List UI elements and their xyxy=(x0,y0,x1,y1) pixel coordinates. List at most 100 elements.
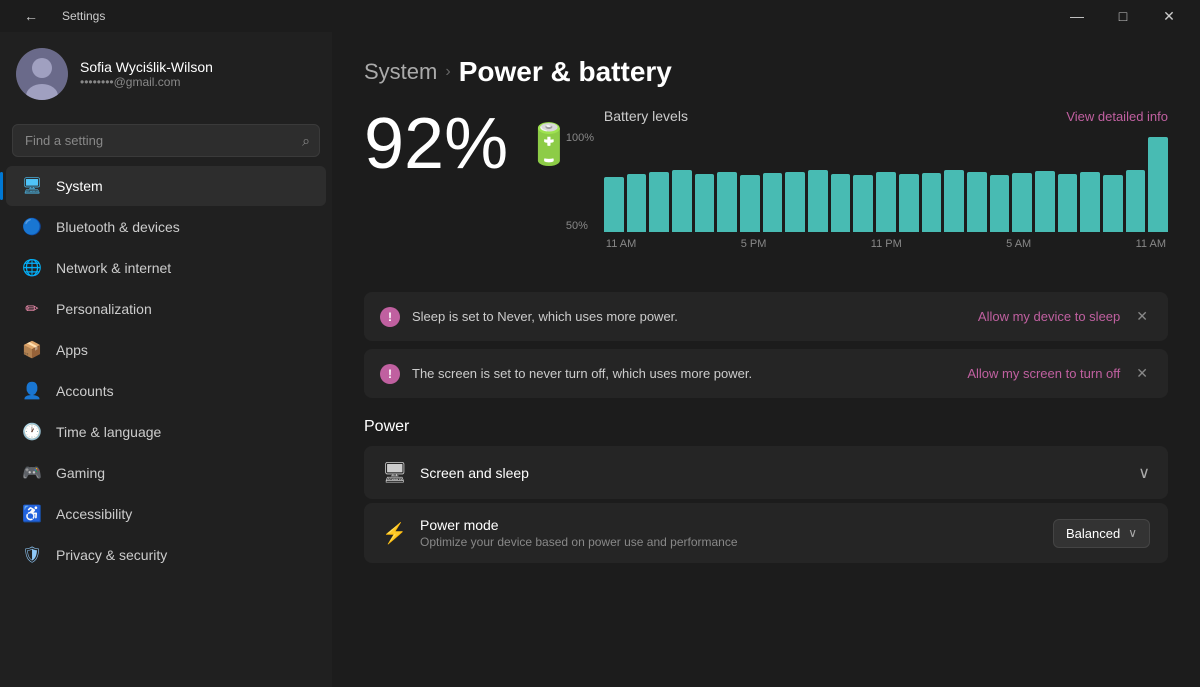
nav-label-bluetooth: Bluetooth & devices xyxy=(56,219,310,235)
sidebar-item-apps[interactable]: 📦 Apps xyxy=(6,330,326,370)
chart-bar xyxy=(1126,170,1146,232)
chevron-down-icon-1: ∨ xyxy=(1128,526,1137,540)
expand-icon-0: ∨ xyxy=(1138,463,1150,483)
titlebar-left: ← Settings xyxy=(8,0,105,32)
chart-bar xyxy=(967,172,987,232)
chart-bar xyxy=(853,175,873,232)
sidebar-item-personalization[interactable]: ✏ Personalization xyxy=(6,289,326,329)
alert-close-1[interactable]: ✕ xyxy=(1132,361,1152,386)
chart-bar xyxy=(1103,175,1123,232)
sidebar-item-bluetooth[interactable]: 🔵 Bluetooth & devices xyxy=(6,207,326,247)
alert-action-0[interactable]: Allow my device to sleep xyxy=(978,309,1120,324)
chart-bar xyxy=(831,174,851,232)
dropdown-power-mode[interactable]: Balanced ∨ xyxy=(1053,519,1150,548)
user-profile[interactable]: Sofia Wyciślik-Wilson ••••••••@gmail.com xyxy=(0,32,332,116)
back-button[interactable]: ← xyxy=(8,0,54,32)
content-area: System › Power & battery 92% 🔋 Battery l… xyxy=(332,32,1200,687)
nav-icon-gaming: 🎮 xyxy=(22,463,42,483)
chart-bar xyxy=(649,172,669,232)
chart-bar xyxy=(695,174,715,232)
setting-row-power-mode[interactable]: ⚡ Power mode Optimize your device based … xyxy=(364,503,1168,563)
chart-label-2: 11 PM xyxy=(871,238,902,250)
nav-icon-time: 🕐 xyxy=(22,422,42,442)
chart-bar xyxy=(717,172,737,232)
chart-bar xyxy=(785,172,805,232)
alert-action-1[interactable]: Allow my screen to turn off xyxy=(967,366,1120,381)
nav-icon-apps: 📦 xyxy=(22,340,42,360)
chart-label-1: 5 PM xyxy=(741,238,767,250)
avatar xyxy=(16,48,68,100)
chart-bar xyxy=(944,170,964,232)
chart-bar xyxy=(627,174,647,232)
setting-icon-power-mode: ⚡ xyxy=(382,521,406,546)
sidebar-item-network[interactable]: 🌐 Network & internet xyxy=(6,248,326,288)
nav-label-personalization: Personalization xyxy=(56,301,310,317)
chart-bar xyxy=(1148,137,1168,232)
nav-icon-network: 🌐 xyxy=(22,258,42,278)
setting-sublabel-power-mode: Optimize your device based on power use … xyxy=(420,535,1039,549)
nav-icon-accounts: 👤 xyxy=(22,381,42,401)
chart-bar xyxy=(604,177,624,232)
sidebar-item-accessibility[interactable]: ♿ Accessibility xyxy=(6,494,326,534)
setting-text-power-mode: Power mode Optimize your device based on… xyxy=(420,517,1039,549)
nav-label-system: System xyxy=(56,178,310,194)
nav-label-gaming: Gaming xyxy=(56,465,310,481)
chart-area: 100% 50% 11 AM 5 PM 11 PM 5 AM 11 AM xyxy=(604,132,1168,272)
nav-label-accounts: Accounts xyxy=(56,383,310,399)
nav-label-accessibility: Accessibility xyxy=(56,506,310,522)
chart-header: Battery levels View detailed info xyxy=(604,108,1168,124)
chart-bar xyxy=(1035,171,1055,232)
app-title: Settings xyxy=(62,9,105,23)
chart-bar xyxy=(763,173,783,232)
nav-icon-system: 🖥 xyxy=(22,176,42,196)
sidebar-item-system[interactable]: 🖥 System xyxy=(6,166,326,206)
battery-left: 92% 🔋 xyxy=(364,108,574,180)
chart-bar xyxy=(922,173,942,232)
nav-label-network: Network & internet xyxy=(56,260,310,276)
search-container: ⌕ xyxy=(0,116,332,165)
chart-bar xyxy=(740,175,760,232)
setting-action-power-mode: Balanced ∨ xyxy=(1053,519,1150,548)
power-items: 🖥 Screen and sleep ∨ ⚡ Power mode Optimi… xyxy=(364,446,1168,563)
minimize-button[interactable]: — xyxy=(1054,0,1100,32)
alert-close-0[interactable]: ✕ xyxy=(1132,304,1152,329)
nav-icon-bluetooth: 🔵 xyxy=(22,217,42,237)
chart-bar xyxy=(808,170,828,232)
chart-title: Battery levels xyxy=(604,108,688,124)
chart-label-0: 11 AM xyxy=(606,238,636,250)
close-button[interactable]: ✕ xyxy=(1146,0,1192,32)
sidebar-item-time[interactable]: 🕐 Time & language xyxy=(6,412,326,452)
alert-row-0: ! Sleep is set to Never, which uses more… xyxy=(364,292,1168,341)
view-detailed-link[interactable]: View detailed info xyxy=(1066,109,1168,124)
nav-label-privacy: Privacy & security xyxy=(56,547,310,563)
setting-text-screen-sleep: Screen and sleep xyxy=(420,465,1124,481)
sidebar-item-accounts[interactable]: 👤 Accounts xyxy=(6,371,326,411)
user-email: ••••••••@gmail.com xyxy=(80,75,213,89)
alert-row-1: ! The screen is set to never turn off, w… xyxy=(364,349,1168,398)
nav-icon-privacy: 🛡 xyxy=(22,545,42,565)
chart-bar xyxy=(990,175,1010,232)
chart-bar xyxy=(1080,172,1100,232)
breadcrumb-current: Power & battery xyxy=(459,56,672,88)
user-info: Sofia Wyciślik-Wilson ••••••••@gmail.com xyxy=(80,59,213,89)
nav-label-apps: Apps xyxy=(56,342,310,358)
titlebar: ← Settings — □ ✕ xyxy=(0,0,1200,32)
maximize-button[interactable]: □ xyxy=(1100,0,1146,32)
breadcrumb: System › Power & battery xyxy=(364,56,1168,88)
setting-label-power-mode: Power mode xyxy=(420,517,1039,533)
main-container: Sofia Wyciślik-Wilson ••••••••@gmail.com… xyxy=(0,32,1200,687)
nav-icon-personalization: ✏ xyxy=(22,299,42,319)
search-input[interactable] xyxy=(12,124,320,157)
sidebar-item-privacy[interactable]: 🛡 Privacy & security xyxy=(6,535,326,575)
nav-label-time: Time & language xyxy=(56,424,310,440)
user-name: Sofia Wyciślik-Wilson xyxy=(80,59,213,75)
alerts-container: ! Sleep is set to Never, which uses more… xyxy=(364,292,1168,398)
chart-bar xyxy=(672,170,692,232)
chart-label-3: 5 AM xyxy=(1006,238,1031,250)
dropdown-value-power-mode: Balanced xyxy=(1066,526,1120,541)
alert-text-0: Sleep is set to Never, which uses more p… xyxy=(412,309,966,324)
nav-icon-accessibility: ♿ xyxy=(22,504,42,524)
battery-chart-container: Battery levels View detailed info 100% 5… xyxy=(604,108,1168,272)
sidebar-item-gaming[interactable]: 🎮 Gaming xyxy=(6,453,326,493)
setting-row-screen-sleep[interactable]: 🖥 Screen and sleep ∨ xyxy=(364,446,1168,499)
